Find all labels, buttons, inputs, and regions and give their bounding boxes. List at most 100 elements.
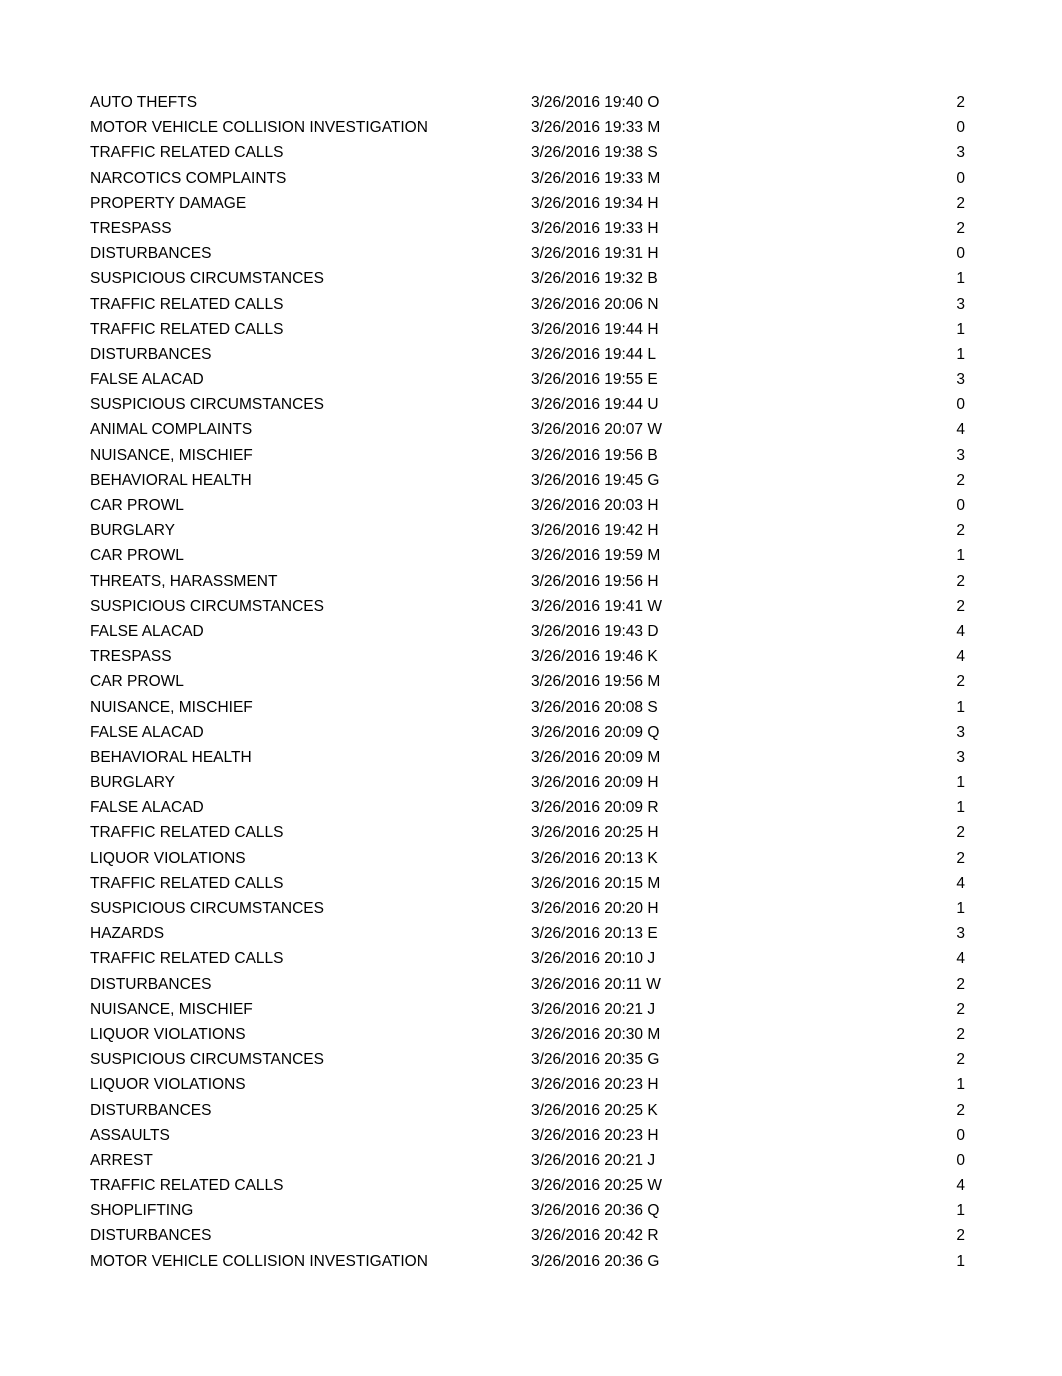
incident-count-cell: 3 (956, 144, 965, 162)
table-row: TRAFFIC RELATED CALLS 3/26/2016 20:25 W 4 (0, 1173, 1062, 1198)
incident-type-cell: LIQUOR VIOLATIONS (90, 1025, 246, 1043)
table-row: AUTO THEFTS 3/26/2016 19:40 O 2 (0, 90, 1062, 115)
incident-count-cell: 3 (956, 446, 965, 464)
table-row: TRAFFIC RELATED CALLS 3/26/2016 20:25 H 2 (0, 820, 1062, 845)
incident-datetime-code-cell: 3/26/2016 19:41 W (531, 597, 662, 615)
incident-type-cell: DISTURBANCES (90, 1227, 212, 1245)
incident-count-cell: 4 (956, 1177, 965, 1195)
incident-count-cell: 2 (956, 1051, 965, 1069)
incident-type-cell: HAZARDS (90, 925, 165, 943)
incident-count-cell: 1 (956, 270, 965, 288)
incident-count-cell: 1 (956, 547, 965, 565)
data-table: AUTO THEFTS 3/26/2016 19:40 O 2 MOTOR VEHIC… (0, 90, 1062, 1274)
incident-type-cell: SUSPICIOUS CIRCUMSTANCES (90, 396, 324, 414)
table-row: SUSPICIOUS CIRCUMSTANCES 3/26/2016 19:32 … (0, 266, 1062, 291)
table-row: TRAFFIC RELATED CALLS 3/26/2016 20:15 M 4 (0, 871, 1062, 896)
table-row: CAR PROWL 3/26/2016 19:56 M 2 (0, 669, 1062, 694)
incident-type-cell: LIQUOR VIOLATIONS (90, 849, 246, 867)
incident-datetime-code-cell: 3/26/2016 19:56 H (531, 572, 659, 590)
table-row: TRAFFIC RELATED CALLS 3/26/2016 20:06 N 3 (0, 292, 1062, 317)
table-row: BURGLARY 3/26/2016 20:09 H 1 (0, 770, 1062, 795)
table-row: DISTURBANCES 3/26/2016 20:25 K 2 (0, 1098, 1062, 1123)
table-row: NUISANCE, MISCHIEF 3/26/2016 19:56 B 3 (0, 443, 1062, 468)
incident-datetime-code-cell: 3/26/2016 19:56 B (531, 446, 658, 464)
incident-count-cell: 1 (956, 1252, 965, 1270)
table-row: THREATS, HARASSMENT 3/26/2016 19:56 H 2 (0, 569, 1062, 594)
incident-type-cell: SUSPICIOUS CIRCUMSTANCES (90, 270, 324, 288)
incident-datetime-code-cell: 3/26/2016 19:45 G (531, 471, 660, 489)
incident-type-cell: ASSAULTS (90, 1126, 170, 1144)
incident-datetime-code-cell: 3/26/2016 19:59 M (531, 547, 661, 565)
incident-count-cell: 1 (956, 1076, 965, 1094)
incident-datetime-code-cell: 3/26/2016 20:03 H (531, 497, 659, 514)
incident-count-cell: 4 (956, 950, 965, 968)
table-row: CAR PROWL 3/26/2016 19:59 M 1 (0, 543, 1062, 568)
table-row: TRESPASS 3/26/2016 19:33 H 2 (0, 216, 1062, 241)
incident-count-cell: 1 (956, 320, 965, 338)
incident-count-cell: 2 (956, 471, 965, 489)
incident-type-cell: SUSPICIOUS CIRCUMSTANCES (90, 597, 324, 615)
incident-count-cell: 1 (956, 900, 965, 917)
incident-count-cell: 3 (956, 925, 965, 943)
incident-type-cell: FALSE ALACAD (90, 723, 204, 741)
incident-count-cell: 2 (956, 194, 965, 212)
table-row: DISTURBANCES 3/26/2016 19:44 L 1 (0, 342, 1062, 367)
incident-type-cell: TRESPASS (90, 648, 172, 666)
incident-count-cell: 2 (956, 824, 965, 842)
incident-datetime-code-cell: 3/26/2016 20:06 N (531, 295, 659, 313)
incident-type-cell: THREATS, HARASSMENT (90, 572, 278, 590)
incident-count-cell: 2 (956, 597, 965, 615)
incident-count-cell: 0 (956, 245, 965, 263)
incident-count-cell: 2 (956, 94, 965, 111)
incident-type-cell: SUSPICIOUS CIRCUMSTANCES (90, 900, 324, 917)
incident-count-cell: 2 (956, 219, 965, 237)
incident-datetime-code-cell: 3/26/2016 20:36 Q (531, 1202, 660, 1220)
incident-datetime-code-cell: 3/26/2016 20:10 J (531, 950, 656, 968)
incident-datetime-code-cell: 3/26/2016 19:31 H (531, 245, 659, 263)
incident-type-cell: CAR PROWL (90, 547, 184, 565)
table-row: SUSPICIOUS CIRCUMSTANCES 3/26/2016 19:41 … (0, 594, 1062, 619)
incident-count-cell: 3 (956, 371, 965, 389)
incident-type-cell: ANIMAL COMPLAINTS (90, 421, 253, 439)
table-row: MOTOR VEHICLE COLLISION INVESTIGATION 3/2… (0, 115, 1062, 140)
incident-type-cell: CAR PROWL (90, 673, 184, 691)
incident-type-cell: FALSE ALACAD (90, 371, 204, 389)
incident-type-cell: SUSPICIOUS CIRCUMSTANCES (90, 1051, 324, 1069)
incident-type-cell: BURGLARY (90, 774, 175, 792)
table-row: TRESPASS 3/26/2016 19:46 K 4 (0, 644, 1062, 669)
incident-datetime-code-cell: 3/26/2016 20:42 R (531, 1227, 659, 1245)
incident-datetime-code-cell: 3/26/2016 20:25 W (531, 1177, 662, 1195)
incident-count-cell: 1 (956, 799, 965, 817)
incident-datetime-code-cell: 3/26/2016 19:44 H (531, 320, 659, 338)
incident-type-cell: MOTOR VEHICLE COLLISION INVESTIGATION (90, 119, 428, 137)
incident-type-cell: TRAFFIC RELATED CALLS (90, 950, 284, 968)
incident-datetime-code-cell: 3/26/2016 19:55 E (531, 371, 658, 389)
incident-type-cell: LIQUOR VIOLATIONS (90, 1076, 246, 1094)
incident-count-cell: 2 (956, 849, 965, 867)
incident-type-cell: TRAFFIC RELATED CALLS (90, 1177, 284, 1195)
incident-count-cell: 2 (956, 522, 965, 540)
incident-type-cell: TRAFFIC RELATED CALLS (90, 144, 284, 162)
table-row: LIQUOR VIOLATIONS 3/26/2016 20:30 M 2 (0, 1022, 1062, 1047)
incident-count-cell: 2 (956, 673, 965, 691)
incident-type-cell: DISTURBANCES (90, 245, 212, 263)
table-row: FALSE ALACAD 3/26/2016 20:09 R 1 (0, 795, 1062, 820)
incident-datetime-code-cell: 3/26/2016 20:23 H (531, 1126, 659, 1144)
incident-count-cell: 2 (956, 1101, 965, 1119)
incident-datetime-code-cell: 3/26/2016 20:20 H (531, 900, 659, 917)
incident-datetime-code-cell: 3/26/2016 19:34 H (531, 194, 659, 212)
incident-type-cell: AUTO THEFTS (90, 94, 198, 111)
incident-count-cell: 0 (956, 169, 965, 187)
incident-datetime-code-cell: 3/26/2016 20:09 M (531, 748, 661, 766)
table-row: ARREST 3/26/2016 20:21 J 0 (0, 1148, 1062, 1173)
incident-datetime-code-cell: 3/26/2016 20:25 K (531, 1101, 658, 1119)
incident-count-cell: 1 (956, 698, 965, 716)
incident-type-cell: NUISANCE, MISCHIEF (90, 698, 253, 716)
table-row: HAZARDS 3/26/2016 20:13 E 3 (0, 921, 1062, 946)
incident-datetime-code-cell: 3/26/2016 20:13 E (531, 925, 658, 943)
incident-datetime-code-cell: 3/26/2016 19:44 L (531, 345, 656, 363)
table-row: FALSE ALACAD 3/26/2016 19:43 D 4 (0, 619, 1062, 644)
incident-datetime-code-cell: 3/26/2016 20:09 R (531, 799, 659, 817)
incident-count-cell: 4 (956, 874, 965, 892)
table-row: PROPERTY DAMAGE 3/26/2016 19:34 H 2 (0, 191, 1062, 216)
